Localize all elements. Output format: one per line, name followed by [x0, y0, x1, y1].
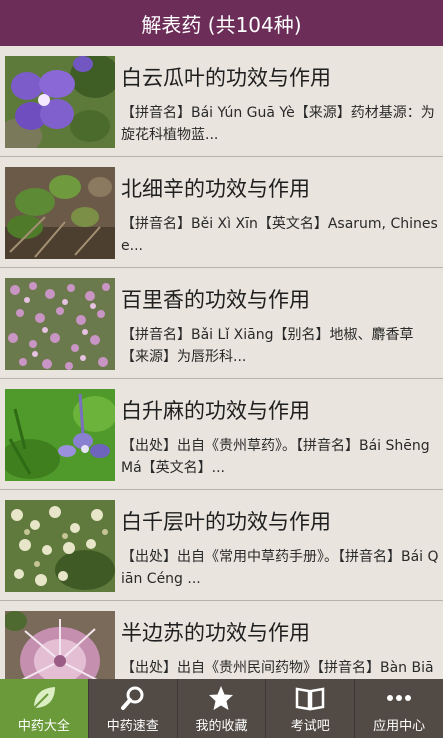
- bottom-tab-bar: 中药大全 中药速查 我的收藏 考试吧 应用中心: [0, 679, 443, 738]
- search-icon: [119, 683, 147, 713]
- page-header: 解表药 (共104种): [0, 0, 443, 46]
- item-description: 【出处】出自《贵州民间药物》【拼音名】Bàn Biān Sū【英文名】...: [121, 660, 434, 676]
- cimicifuga-flower-image: [5, 389, 115, 481]
- asarum-plant-image: [5, 167, 115, 259]
- cleome-flower-image: [5, 611, 115, 679]
- book-icon: [295, 683, 325, 713]
- list-item[interactable]: 白云瓜叶的功效与作用 【拼音名】Bái Yún Guā Yè【来源】药材基源：为…: [0, 46, 443, 157]
- item-title: 北细辛的功效与作用: [121, 177, 310, 201]
- herb-thumbnail: [5, 167, 115, 259]
- herb-thumbnail: [5, 56, 115, 148]
- item-title: 白千层叶的功效与作用: [121, 510, 331, 534]
- herb-thumbnail: [5, 278, 115, 370]
- tab-exam[interactable]: 考试吧: [265, 679, 354, 738]
- item-description: 【拼音名】Bái Yún Guā Yè【来源】药材基源：为旋花科植物蓝...: [121, 105, 435, 143]
- star-icon: [207, 683, 235, 713]
- more-icon: [385, 683, 413, 713]
- herb-thumbnail: [5, 389, 115, 481]
- item-title: 白升麻的功效与作用: [121, 399, 310, 423]
- item-description: 【出处】出自《常用中草药手册》。【拼音名】Bái Qiān Céng ...: [121, 549, 439, 587]
- tab-herb-search[interactable]: 中药速查: [87, 679, 177, 738]
- item-title: 百里香的功效与作用: [121, 288, 310, 312]
- page-title: 解表药 (共104种): [141, 12, 302, 37]
- item-description: 【拼音名】Bǎi Lǐ Xiāng【别名】地椒、麝香草【来源】为唇形科...: [121, 327, 414, 365]
- leaf-icon: [30, 683, 58, 713]
- tab-app-center[interactable]: 应用中心: [354, 679, 443, 738]
- tab-label: 应用中心: [373, 719, 426, 734]
- thyme-flower-image: [5, 278, 115, 370]
- tab-herb-encyclopedia[interactable]: 中药大全: [0, 679, 88, 738]
- tab-label: 考试吧: [290, 719, 330, 734]
- list-item[interactable]: 白千层叶的功效与作用 【出处】出自《常用中草药手册》。【拼音名】Bái Qiān…: [0, 490, 443, 601]
- tab-label: 中药速查: [106, 719, 159, 734]
- purple-flower-image: [5, 56, 115, 148]
- herb-list[interactable]: 白云瓜叶的功效与作用 【拼音名】Bái Yún Guā Yè【来源】药材基源：为…: [0, 46, 443, 679]
- item-description: 【拼音名】Běi Xì Xīn【英文名】Asarum, Chinese...: [121, 216, 438, 254]
- list-item[interactable]: 白升麻的功效与作用 【出处】出自《贵州草药》。【拼音名】Bái Shēng Má…: [0, 379, 443, 490]
- item-title: 白云瓜叶的功效与作用: [121, 66, 331, 90]
- item-title: 半边苏的功效与作用: [121, 621, 310, 645]
- list-item[interactable]: 百里香的功效与作用 【拼音名】Bǎi Lǐ Xiāng【别名】地椒、麝香草【来源…: [0, 268, 443, 379]
- herb-thumbnail: [5, 500, 115, 592]
- herb-thumbnail: [5, 611, 115, 679]
- list-item[interactable]: 半边苏的功效与作用 【出处】出自《贵州民间药物》【拼音名】Bàn Biān Sū…: [0, 601, 443, 679]
- list-item[interactable]: 北细辛的功效与作用 【拼音名】Běi Xì Xīn【英文名】Asarum, Ch…: [0, 157, 443, 268]
- item-description: 【出处】出自《贵州草药》。【拼音名】Bái Shēng Má【英文名】...: [121, 438, 430, 476]
- tab-label: 我的收藏: [195, 719, 248, 734]
- tab-favorites[interactable]: 我的收藏: [176, 679, 266, 738]
- melaleuca-flower-image: [5, 500, 115, 592]
- tab-label: 中药大全: [17, 719, 70, 734]
